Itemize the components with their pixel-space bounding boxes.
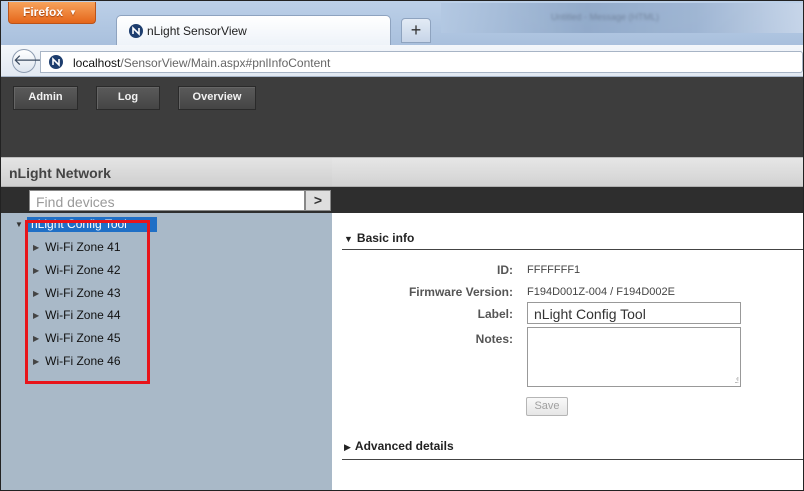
search-row: >	[1, 187, 332, 213]
new-tab-button[interactable]: +	[401, 18, 431, 43]
content-toolbar	[332, 187, 803, 213]
firefox-menu-button[interactable]: Firefox ▼	[8, 2, 96, 24]
navigation-bar: 🡐 localhost/SensorView/Main.aspx#pnlInfo…	[1, 45, 803, 77]
expanded-arrow-icon[interactable]: ▼	[15, 217, 23, 232]
tab-title: nLight SensorView	[147, 24, 247, 38]
url-path: /SensorView/Main.aspx#pnlInfoContent	[120, 56, 331, 70]
label-input[interactable]	[527, 302, 741, 324]
address-bar[interactable]: localhost/SensorView/Main.aspx#pnlInfoCo…	[40, 51, 803, 73]
search-go-button[interactable]: >	[305, 190, 331, 211]
id-label: ID:	[497, 263, 513, 277]
title-bar: Untitled - Message (HTML) Firefox ▼ nLigh…	[1, 1, 803, 45]
browser-tab[interactable]: nLight SensorView	[116, 15, 391, 45]
background-window-text: Untitled - Message (HTML)	[551, 12, 660, 22]
section-divider	[342, 459, 803, 460]
info-content: ▼ Basic info ID: FFFFFFF1 Firmware Versio…	[332, 213, 803, 490]
notes-textarea[interactable]: .:!	[527, 327, 741, 387]
background-window-title: Untitled - Message (HTML)	[441, 3, 803, 33]
panel-title: nLight Network	[1, 157, 332, 187]
log-menu-button[interactable]: Log	[96, 86, 160, 110]
advanced-details-heading: Advanced details	[354, 439, 454, 453]
app-header: Admin Log Overview	[1, 77, 803, 157]
notes-label: Notes:	[475, 332, 513, 346]
firefox-menu-label: Firefox	[23, 5, 64, 19]
nlight-favicon-icon	[129, 24, 143, 38]
expanded-arrow-icon: ▼	[344, 234, 353, 244]
id-value: FFFFFFF1	[527, 264, 581, 276]
find-devices-input[interactable]	[29, 190, 305, 211]
collapsed-arrow-icon: ▶	[344, 442, 351, 452]
browser-window: Untitled - Message (HTML) Firefox ▼ nLigh…	[0, 0, 804, 491]
label-field-label: Label:	[477, 307, 513, 321]
site-identity-icon[interactable]	[49, 55, 63, 69]
save-button[interactable]: Save	[526, 397, 568, 416]
chevron-down-icon: ▼	[69, 8, 77, 17]
annotation-highlight-box	[25, 220, 150, 384]
firmware-label: Firmware Version:	[408, 285, 513, 299]
section-divider	[342, 249, 803, 250]
admin-menu-button[interactable]: Admin	[13, 86, 78, 110]
overview-menu-button[interactable]: Overview	[178, 86, 256, 110]
basic-info-toggle[interactable]: ▼ Basic info	[344, 231, 414, 245]
resize-grip-icon[interactable]: .:!	[734, 376, 739, 385]
firmware-value: F194D001Z-004 / F194D002E	[527, 286, 675, 298]
url-text: localhost/SensorView/Main.aspx#pnlInfoCo…	[73, 56, 330, 70]
advanced-details-toggle[interactable]: ▶ Advanced details	[344, 439, 454, 453]
url-host: localhost	[73, 56, 121, 70]
basic-info-heading: Basic info	[356, 231, 415, 245]
content-header	[332, 157, 803, 187]
back-button[interactable]: 🡐	[12, 49, 53, 73]
